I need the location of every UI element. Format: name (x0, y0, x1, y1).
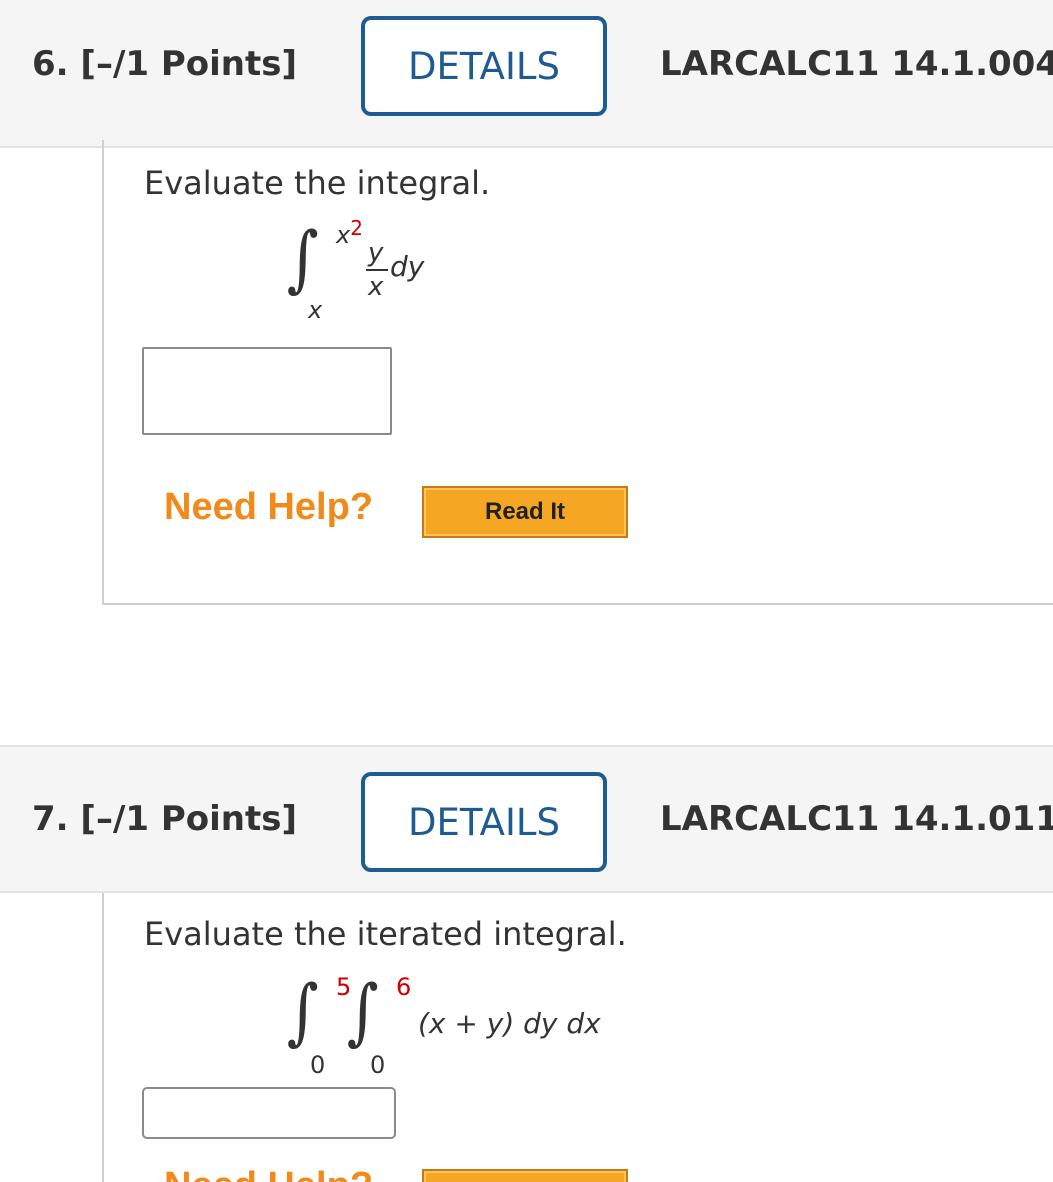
upper-limit-exponent: 2 (350, 216, 363, 240)
question-7-body: Evaluate the iterated integral. ∫ 5 0 ∫ … (102, 893, 1053, 1182)
lower-limit: x (308, 296, 323, 324)
question-7-header: 7. [–/1 Points] DETAILS LARCALC11 14.1.0… (0, 745, 1053, 893)
question-prompt: Evaluate the integral. (144, 164, 491, 202)
answer-input[interactable] (142, 1087, 396, 1139)
inner-lower-limit: 0 (370, 1051, 386, 1079)
integral-sign-icon: ∫ (286, 216, 319, 300)
need-help-label: Need Help? (164, 1165, 373, 1182)
upper-limit: x2 (336, 218, 363, 247)
need-help-label: Need Help? (164, 486, 374, 528)
question-reference: LARCALC11 14.1.011 (660, 799, 1053, 839)
differential: dy (390, 250, 425, 283)
question-6-body: Evaluate the integral. ∫ x2 x y x dy Nee… (102, 140, 1053, 605)
question-reference: LARCALC11 14.1.004 (660, 44, 1053, 84)
question-6-header: 6. [–/1 Points] DETAILS LARCALC11 14.1.0… (0, 0, 1053, 148)
fraction-numerator: y (368, 238, 384, 268)
question-number: 7. (32, 799, 69, 839)
question-7-title: 7. [–/1 Points] (32, 799, 297, 839)
inner-upper-limit: 6 (396, 973, 412, 1001)
answer-input[interactable] (142, 347, 392, 435)
outer-lower-limit: 0 (310, 1051, 326, 1079)
details-button[interactable]: DETAILS (361, 16, 607, 116)
question-points: [–/1 Points] (80, 799, 298, 839)
fraction-bar (366, 269, 388, 271)
fraction-denominator: x (368, 272, 384, 302)
inner-integral-sign-icon: ∫ (346, 969, 379, 1053)
question-number: 6. (32, 44, 69, 84)
question-prompt: Evaluate the iterated integral. (144, 915, 627, 953)
details-button[interactable]: DETAILS (361, 772, 607, 872)
outer-integral-sign-icon: ∫ (286, 969, 319, 1053)
upper-limit-base: x (336, 221, 351, 249)
integral-expression: ∫ x2 x y x dy (284, 218, 584, 328)
integrand: (x + y) dy dx (418, 1007, 601, 1040)
question-6-title: 6. [–/1 Points] (32, 44, 297, 84)
read-it-button[interactable]: Read It (422, 486, 628, 538)
read-it-button[interactable]: Read It (422, 1169, 628, 1182)
question-points: [–/1 Points] (80, 44, 298, 84)
iterated-integral-expression: ∫ 5 0 ∫ 6 0 (x + y) dy dx (284, 971, 704, 1081)
